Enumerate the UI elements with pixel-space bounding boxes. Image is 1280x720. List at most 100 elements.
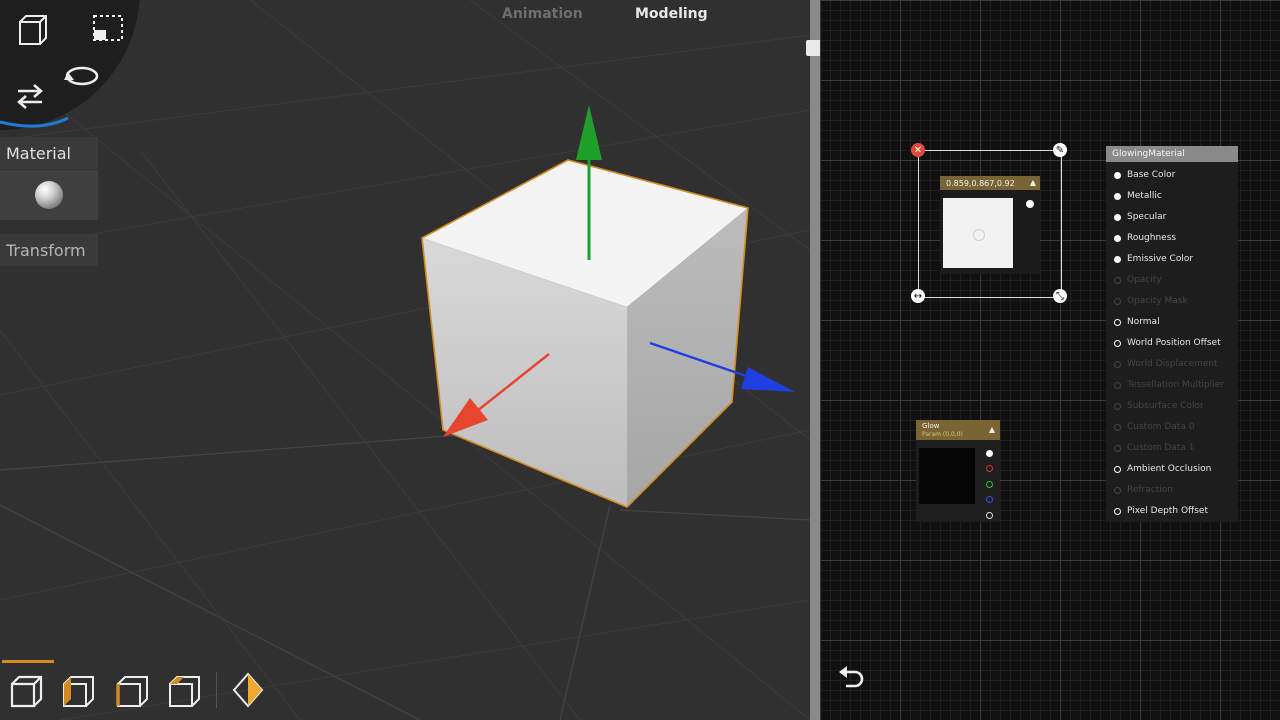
- pin-label: Pixel Depth Offset: [1127, 506, 1208, 516]
- input-pin[interactable]: [1114, 465, 1121, 473]
- material-pin-row[interactable]: Pixel Depth Offset: [1114, 506, 1208, 516]
- transform-tab[interactable]: Transform: [0, 234, 98, 266]
- pin-label: World Position Offset: [1127, 338, 1221, 348]
- input-pin[interactable]: [1114, 507, 1121, 515]
- glow-output-pin-b[interactable]: [986, 496, 993, 503]
- pin-label: Base Color: [1127, 170, 1176, 180]
- glow-node-subtitle: Param (0,0,0): [922, 431, 963, 438]
- pin-label: Opacity: [1127, 275, 1162, 285]
- edge-select-button[interactable]: [112, 670, 152, 710]
- input-pin[interactable]: [1114, 192, 1121, 200]
- color-value-label: 0.859,0.867,0.92: [946, 178, 1015, 188]
- color-swatch[interactable]: [943, 198, 1013, 268]
- material-pin-row[interactable]: Metallic: [1114, 191, 1162, 201]
- material-output-node[interactable]: GlowingMaterial Base Color Metallic Specul…: [1106, 146, 1238, 522]
- rotate-tool-button[interactable]: [62, 58, 102, 94]
- tab-modeling[interactable]: Modeling: [635, 6, 708, 22]
- object-mode-button[interactable]: [12, 12, 52, 48]
- material-pin-row[interactable]: World Displacement: [1114, 359, 1218, 369]
- pin-label: Emissive Color: [1127, 254, 1194, 264]
- color-picker-dot: [973, 229, 985, 241]
- face-cube-icon: [169, 676, 200, 707]
- material-pin-row[interactable]: Opacity Mask: [1114, 296, 1188, 306]
- pin-label: Specular: [1127, 212, 1167, 222]
- glow-output-pin-rgb[interactable]: [986, 450, 993, 457]
- resize-handle-icon[interactable]: ⤡: [1053, 289, 1067, 303]
- input-pin[interactable]: [1114, 339, 1121, 347]
- glow-output-pin-r[interactable]: [986, 465, 993, 472]
- input-pin[interactable]: [1114, 381, 1121, 389]
- collapse-icon[interactable]: ▲: [989, 425, 995, 434]
- move-tool-button[interactable]: [10, 78, 50, 114]
- material-preview[interactable]: [0, 170, 98, 220]
- swap-arrows-icon: [17, 84, 43, 109]
- active-tool-indicator: [2, 660, 54, 663]
- material-tab[interactable]: Material: [0, 137, 98, 169]
- input-pin[interactable]: [1114, 276, 1121, 284]
- pin-label: Metallic: [1127, 191, 1162, 201]
- input-pin[interactable]: [1114, 297, 1121, 305]
- vertex-cube-icon: [63, 676, 94, 707]
- box-select-button[interactable]: [88, 10, 128, 46]
- material-pin-row[interactable]: Refraction: [1114, 485, 1173, 495]
- input-pin[interactable]: [1114, 423, 1121, 431]
- glow-node-title: Glow: [922, 422, 940, 430]
- resize-handle-icon[interactable]: ↔: [911, 289, 925, 303]
- material-node-graph[interactable]: ✕ ✎ ↔ ⤡ 0.859,0.867,0.92 ▲ Glow Param (0…: [820, 0, 1280, 720]
- color-node-header: 0.859,0.867,0.92 ▲: [940, 176, 1040, 190]
- tab-animation[interactable]: Animation: [502, 6, 583, 22]
- keyframe-button[interactable]: [228, 670, 268, 710]
- input-pin[interactable]: [1114, 255, 1121, 263]
- glow-output-pin-a[interactable]: [986, 512, 993, 519]
- input-pin[interactable]: [1114, 360, 1121, 368]
- 3d-viewport[interactable]: Animation Modeling Material Transform: [0, 0, 810, 720]
- input-pin[interactable]: [1114, 171, 1121, 179]
- cube-outline-icon: [10, 675, 43, 708]
- rotate-icon: [64, 66, 99, 86]
- face-select-button[interactable]: [164, 670, 204, 710]
- material-pin-row[interactable]: World Position Offset: [1114, 338, 1221, 348]
- glow-param-node[interactable]: Glow Param (0,0,0) ▲: [916, 420, 1000, 522]
- undo-button[interactable]: [836, 662, 866, 692]
- pin-label: Opacity Mask: [1127, 296, 1188, 306]
- panel-divider[interactable]: [810, 0, 820, 720]
- material-node-title: GlowingMaterial: [1106, 146, 1238, 162]
- collapse-icon[interactable]: ▲: [1030, 178, 1036, 187]
- toolbar-divider: [216, 672, 217, 708]
- pin-label: World Displacement: [1127, 359, 1218, 369]
- input-pin[interactable]: [1114, 234, 1121, 242]
- close-icon[interactable]: ✕: [911, 143, 925, 157]
- selection-mode-toolbar: [0, 660, 280, 720]
- material-pin-row[interactable]: Custom Data 1: [1114, 443, 1194, 453]
- material-pin-row[interactable]: Tessellation Multiplier: [1114, 380, 1224, 390]
- input-pin[interactable]: [1114, 444, 1121, 452]
- input-pin[interactable]: [1114, 213, 1121, 221]
- glow-preview: [919, 448, 975, 504]
- material-pin-row[interactable]: Ambient Occlusion: [1114, 464, 1211, 474]
- object-select-button[interactable]: [6, 670, 46, 710]
- glow-node-header: Glow Param (0,0,0) ▲: [916, 420, 1000, 440]
- edge-cube-icon: [116, 676, 148, 707]
- vertex-select-button[interactable]: [58, 670, 98, 710]
- pin-label: Custom Data 1: [1127, 443, 1195, 453]
- cube-mesh: [421, 159, 749, 508]
- color-output-pin[interactable]: [1026, 200, 1034, 208]
- pin-label: Refraction: [1127, 485, 1173, 495]
- material-pin-row[interactable]: Roughness: [1114, 233, 1176, 243]
- input-pin[interactable]: [1114, 402, 1121, 410]
- glow-output-pin-g[interactable]: [986, 481, 993, 488]
- material-pin-row[interactable]: Subsurface Color: [1114, 401, 1204, 411]
- undo-icon: [839, 666, 864, 688]
- input-pin[interactable]: [1114, 318, 1121, 326]
- material-pin-row[interactable]: Emissive Color: [1114, 254, 1193, 264]
- pin-label: Tessellation Multiplier: [1127, 380, 1224, 390]
- material-pin-row[interactable]: Specular: [1114, 212, 1166, 222]
- material-pin-row[interactable]: Opacity: [1114, 275, 1162, 285]
- edit-icon[interactable]: ✎: [1053, 143, 1067, 157]
- box-select-icon: [93, 15, 123, 41]
- material-pin-row[interactable]: Base Color: [1114, 170, 1175, 180]
- color-constant-node[interactable]: 0.859,0.867,0.92 ▲: [940, 176, 1040, 274]
- material-pin-row[interactable]: Normal: [1114, 317, 1160, 327]
- material-pin-row[interactable]: Custom Data 0: [1114, 422, 1194, 432]
- input-pin[interactable]: [1114, 486, 1121, 494]
